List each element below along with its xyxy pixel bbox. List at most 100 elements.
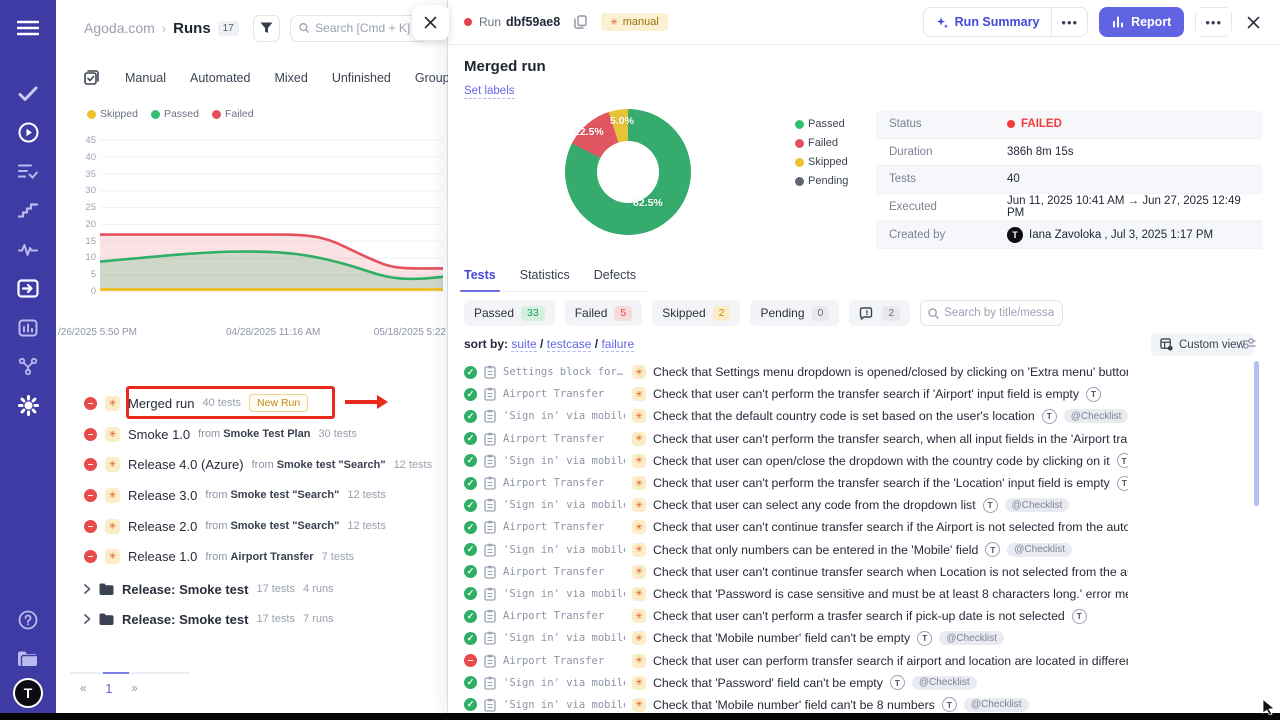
run-name[interactable]: Release 4.0 (Azure) bbox=[128, 457, 244, 472]
test-title[interactable]: Check that user can't continue transfer … bbox=[653, 565, 1128, 579]
test-title[interactable]: Check that 'Mobile number' field can't b… bbox=[653, 698, 935, 712]
test-row[interactable]: Airport Transfer Check that user can per… bbox=[464, 649, 1128, 671]
test-row[interactable]: 'Sign in' via mobile Check that only num… bbox=[464, 539, 1128, 561]
run-name[interactable]: Release 3.0 bbox=[128, 488, 197, 503]
run-list-item[interactable]: Release 3.0 from Smoke test "Search" 12 … bbox=[84, 480, 444, 511]
test-title[interactable]: Check that user can't continue transfer … bbox=[653, 520, 1128, 534]
test-title[interactable]: Check that user can open/close the dropd… bbox=[653, 454, 1110, 468]
test-title[interactable]: Check that only numbers can be entered i… bbox=[653, 543, 978, 557]
test-row[interactable]: Airport Transfer Check that user can't c… bbox=[464, 561, 1128, 583]
pager-thumb[interactable] bbox=[103, 672, 129, 674]
pagination-prev[interactable]: « bbox=[80, 683, 86, 695]
test-title[interactable]: Check that user can't perform the transf… bbox=[653, 432, 1128, 446]
status-filter-chip[interactable]: Pending 0 bbox=[750, 300, 839, 326]
tests-search-input[interactable] bbox=[944, 307, 1054, 319]
test-title[interactable]: Check that user can select any code from… bbox=[653, 498, 976, 512]
test-title[interactable]: Check that 'Mobile number' field can't b… bbox=[653, 631, 910, 645]
menu-icon[interactable] bbox=[0, 0, 56, 56]
detail-tab[interactable]: Defects bbox=[594, 268, 636, 282]
status-filter-chip[interactable]: Failed 5 bbox=[565, 300, 643, 326]
test-row[interactable]: 'Sign in' via mobile Check that user can… bbox=[464, 494, 1128, 516]
run-list-item[interactable]: Release 1.0 from Airport Transfer 7 test… bbox=[84, 541, 444, 572]
run-summary-more-button[interactable]: ••• bbox=[1052, 8, 1087, 36]
run-name[interactable]: Release 2.0 bbox=[128, 519, 197, 534]
runs-tab[interactable]: Unfinished bbox=[332, 71, 391, 85]
sort-by-testcase-link[interactable]: testcase bbox=[547, 337, 592, 352]
sign-in-icon[interactable] bbox=[0, 269, 56, 308]
runs-tab[interactable]: Automated bbox=[190, 71, 250, 85]
runs-search-input[interactable] bbox=[315, 21, 419, 35]
test-row[interactable]: Airport Transfer Check that user can't p… bbox=[464, 383, 1128, 405]
status-filter-chip[interactable]: Passed 33 bbox=[464, 300, 555, 326]
close-detail-button[interactable] bbox=[1243, 12, 1264, 33]
sort-by-failure-link[interactable]: failure bbox=[601, 337, 634, 352]
test-title[interactable]: Check that 'Password' field can't be emp… bbox=[653, 676, 883, 690]
test-title[interactable]: Check that user can't perform the transf… bbox=[653, 387, 1079, 401]
help-icon[interactable] bbox=[0, 600, 56, 639]
test-cases-icon[interactable] bbox=[0, 152, 56, 191]
detail-tab[interactable]: Statistics bbox=[520, 268, 570, 282]
filter-button[interactable] bbox=[253, 15, 280, 42]
test-title[interactable]: Check that user can perform transfer sea… bbox=[653, 654, 1128, 668]
set-labels-link[interactable]: Set labels bbox=[464, 85, 515, 99]
run-name[interactable]: Release 1.0 bbox=[128, 549, 197, 564]
test-row[interactable]: 'Sign in' via mobile Check that the defa… bbox=[464, 405, 1128, 427]
test-row[interactable]: Airport Transfer Check that user can't p… bbox=[464, 472, 1128, 494]
runs-tab[interactable]: Manual bbox=[125, 71, 166, 85]
test-title[interactable]: Check that the default country code is s… bbox=[653, 409, 1035, 423]
folder-name[interactable]: Release: Smoke test bbox=[122, 582, 248, 597]
run-folder-item[interactable]: Release: Smoke test 17 tests 4 runs bbox=[84, 574, 444, 604]
sort-by-suite-link[interactable]: suite bbox=[511, 337, 536, 352]
run-folder-item[interactable]: Release: Smoke test 17 tests 7 runs bbox=[84, 604, 444, 634]
user-avatar[interactable]: T bbox=[13, 678, 43, 708]
run-list-item[interactable]: Merged run 40 tests New Run bbox=[84, 388, 444, 419]
folder-name[interactable]: Release: Smoke test bbox=[122, 612, 248, 627]
projects-icon[interactable] bbox=[0, 639, 56, 678]
run-summary-button[interactable]: Run Summary bbox=[924, 8, 1052, 36]
detail-tab[interactable]: Tests bbox=[464, 268, 496, 282]
more-actions-button[interactable]: ••• bbox=[1196, 8, 1231, 36]
test-row[interactable]: 'Sign in' via mobile Check that 'Mobile … bbox=[464, 627, 1128, 649]
run-list-item[interactable]: Smoke 1.0 from Smoke Test Plan 30 tests bbox=[84, 419, 444, 450]
run-name[interactable]: Smoke 1.0 bbox=[128, 427, 190, 442]
test-row[interactable]: 'Sign in' via mobile Check that user can… bbox=[464, 450, 1128, 472]
test-row[interactable]: Airport Transfer Check that user can't c… bbox=[464, 516, 1128, 538]
test-row[interactable]: Airport Transfer Check that user can't p… bbox=[464, 428, 1128, 450]
select-all-icon[interactable] bbox=[84, 70, 99, 85]
pagination-page-1[interactable]: 1 bbox=[105, 682, 112, 696]
play-circle-icon[interactable] bbox=[0, 113, 56, 152]
run-list-item[interactable]: Release 4.0 (Azure) from Smoke test "Sea… bbox=[84, 449, 444, 480]
test-row[interactable]: Settings block for… Check that Settings … bbox=[464, 361, 1128, 383]
activity-icon[interactable] bbox=[0, 230, 56, 269]
close-runs-panel-button[interactable] bbox=[412, 5, 449, 40]
view-settings-icon[interactable] bbox=[1241, 337, 1256, 355]
test-row[interactable]: Airport Transfer Check that user can't p… bbox=[464, 605, 1128, 627]
steps-icon[interactable] bbox=[0, 191, 56, 230]
status-filter-chip[interactable]: Skipped 2 bbox=[652, 300, 740, 326]
tests-scrollbar[interactable] bbox=[1254, 361, 1259, 506]
runs-tab[interactable]: Mixed bbox=[274, 71, 307, 85]
test-row[interactable]: 'Sign in' via mobile Check that 'Passwor… bbox=[464, 672, 1128, 694]
custom-view-button[interactable]: Custom view bbox=[1151, 333, 1254, 356]
integrations-icon[interactable] bbox=[0, 347, 56, 386]
run-list-item[interactable]: Release 2.0 from Smoke test "Search" 12 … bbox=[84, 511, 444, 542]
chevron-right-icon[interactable] bbox=[84, 584, 91, 594]
breadcrumb-project[interactable]: Agoda.com bbox=[84, 20, 155, 36]
test-row[interactable]: 'Sign in' via mobile Check that 'Mobile … bbox=[464, 694, 1128, 713]
check-icon[interactable] bbox=[0, 74, 56, 113]
runs-search[interactable] bbox=[290, 15, 428, 42]
test-title[interactable]: Check that user can't perform a trasfer … bbox=[653, 609, 1065, 623]
comments-filter-chip[interactable]: 2 bbox=[849, 300, 910, 326]
gear-icon[interactable] bbox=[0, 386, 56, 425]
test-title[interactable]: Check that 'Password is case sensitive a… bbox=[653, 587, 1128, 601]
report-button[interactable]: Report bbox=[1099, 7, 1184, 37]
run-name[interactable]: Merged run bbox=[128, 396, 194, 411]
pagination-next[interactable]: » bbox=[131, 683, 137, 695]
test-row[interactable]: 'Sign in' via mobile Check that 'Passwor… bbox=[464, 583, 1128, 605]
copy-run-id-button[interactable] bbox=[574, 15, 587, 29]
test-title[interactable]: Check that Settings menu dropdown is ope… bbox=[653, 365, 1128, 379]
chevron-right-icon[interactable] bbox=[84, 614, 91, 624]
test-title[interactable]: Check that user can't perform the transf… bbox=[653, 476, 1110, 490]
tests-search[interactable] bbox=[920, 300, 1063, 326]
bar-chart-icon[interactable] bbox=[0, 308, 56, 347]
